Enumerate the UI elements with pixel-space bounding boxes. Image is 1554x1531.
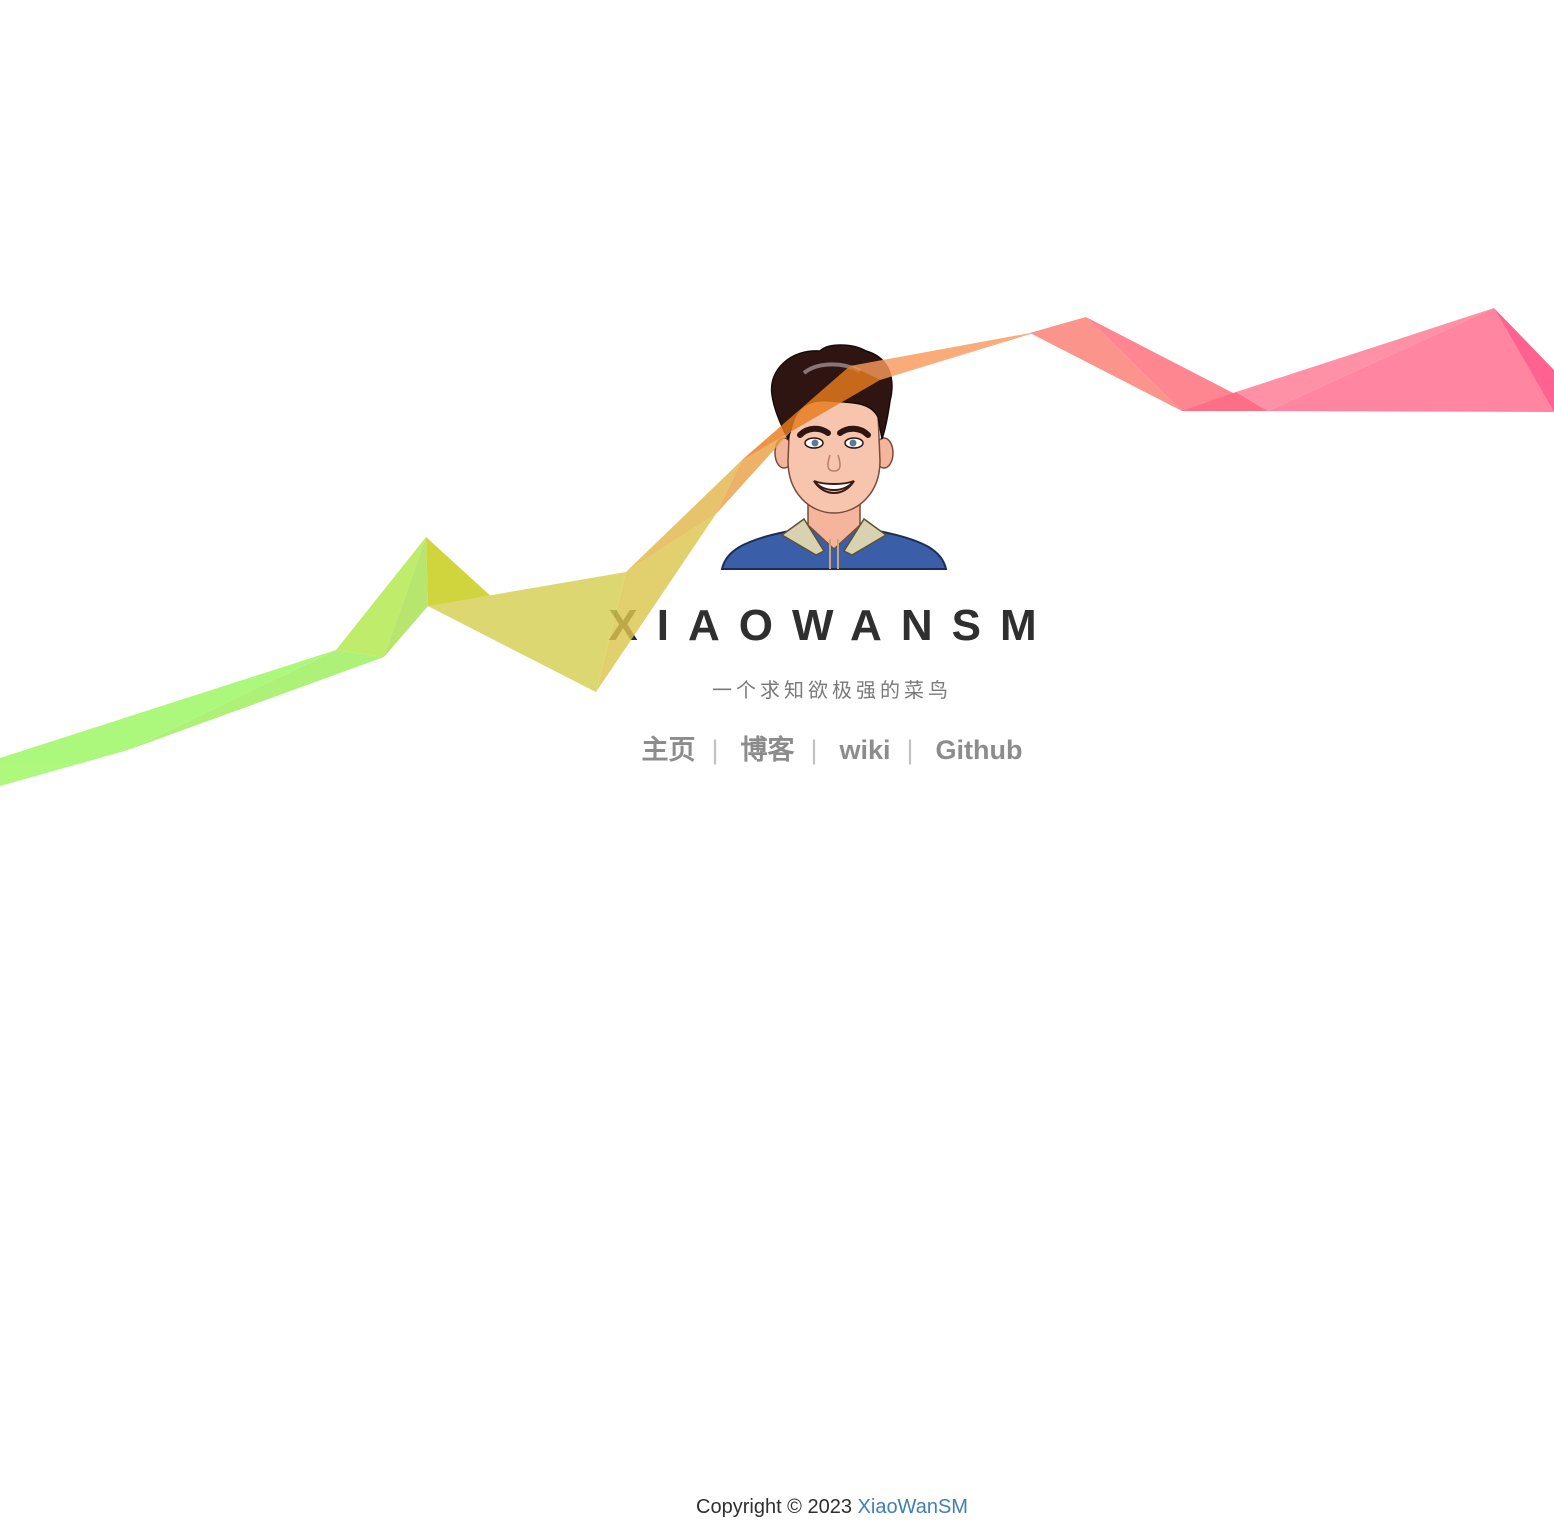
nav-separator: | bbox=[810, 735, 818, 765]
site-title: XIAOWANSM bbox=[608, 601, 1056, 650]
nav-separator: | bbox=[906, 735, 914, 765]
footer: Copyright © 2023 XiaoWanSM bbox=[0, 1494, 1554, 1520]
ribbon-segment bbox=[1030, 317, 1182, 411]
page: XIAOWANSM 一个求知欲极强的菜鸟 主页 | 博客 | wiki | Github C… bbox=[0, 0, 1554, 1531]
nav-link-wiki[interactable]: wiki bbox=[840, 735, 891, 765]
nav-link-home[interactable]: 主页 bbox=[641, 735, 695, 765]
copyright-text: Copyright © 2023 bbox=[696, 1496, 858, 1518]
ribbon-segment bbox=[1086, 317, 1268, 411]
avatar bbox=[720, 344, 948, 570]
ribbon-segment bbox=[1182, 392, 1268, 411]
ribbon-segment bbox=[1494, 308, 1554, 412]
main-nav: 主页 | 博客 | wiki | Github bbox=[0, 731, 1554, 769]
tagline: 一个求知欲极强的菜鸟 bbox=[712, 680, 952, 702]
nav-separator: | bbox=[711, 735, 719, 765]
footer-author-link[interactable]: XiaoWanSM bbox=[858, 1496, 968, 1518]
nav-link-github[interactable]: Github bbox=[936, 735, 1023, 765]
ribbon-segment bbox=[1236, 308, 1494, 411]
ribbon-segment bbox=[1268, 308, 1554, 412]
nav-link-blog[interactable]: 博客 bbox=[740, 735, 794, 765]
